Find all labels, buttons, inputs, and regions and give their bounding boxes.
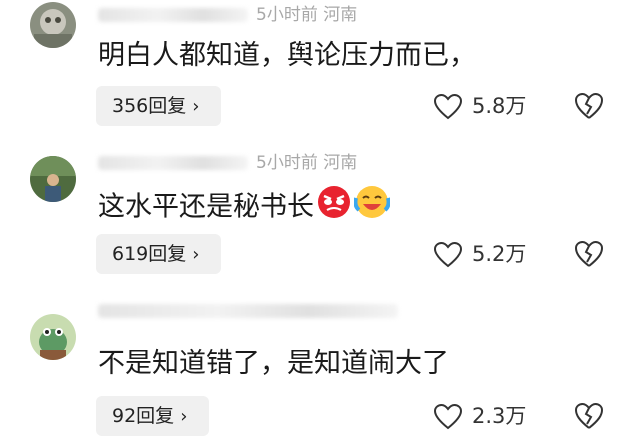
blurred-username: [98, 304, 398, 318]
reply-button[interactable]: 92回复 ›: [96, 396, 210, 436]
like-button[interactable]: 5.2万: [433, 234, 527, 274]
avatar[interactable]: [30, 2, 76, 48]
blurred-username: [98, 156, 248, 170]
chevron-right-icon: ›: [180, 406, 188, 427]
reply-count: 92回复: [112, 405, 175, 427]
comment-text: 不是知道错了，是知道闹大了: [98, 348, 449, 379]
like-count: 2.3万: [472, 404, 527, 428]
like-count: 5.2万: [472, 242, 527, 266]
avatar[interactable]: [30, 314, 76, 360]
comment-item: 不是知道错了，是知道闹大了 92回复 › 2.3万: [0, 296, 640, 444]
comment-meta: 5小时前 河南: [98, 148, 357, 178]
avatar[interactable]: [30, 156, 76, 202]
comment-item: 5小时前 河南 明白人都知道，舆论压力而已， 356回复 › 5.8万: [0, 0, 640, 148]
heart-icon: [433, 241, 463, 268]
comment-meta: 5小时前 河南: [98, 0, 357, 30]
like-count: 5.8万: [472, 94, 527, 118]
dislike-button[interactable]: [574, 402, 604, 432]
heart-icon: [433, 93, 463, 120]
broken-heart-icon: [574, 92, 604, 119]
comment-meta: [98, 296, 406, 326]
dislike-button[interactable]: [574, 240, 604, 270]
broken-heart-icon: [574, 402, 604, 429]
laughing-crying-emoji: [353, 184, 391, 232]
comment-text: 明白人都知道，舆论压力而已，: [98, 40, 476, 71]
reply-count: 356回复: [112, 95, 187, 117]
comment-text: 这水平还是秘书长: [98, 184, 391, 232]
dislike-button[interactable]: [574, 92, 604, 122]
angry-face-emoji: [316, 184, 352, 232]
chevron-right-icon: ›: [192, 96, 200, 117]
heart-icon: [433, 403, 463, 430]
reply-count: 619回复: [112, 243, 187, 265]
reply-button[interactable]: 619回复 ›: [96, 234, 222, 274]
comment-item: 5小时前 河南 这水平还是秘书长 619回复 › 5.2万: [0, 148, 640, 296]
like-button[interactable]: 2.3万: [433, 396, 527, 436]
chevron-right-icon: ›: [192, 244, 200, 265]
broken-heart-icon: [574, 240, 604, 267]
blurred-username: [98, 8, 248, 22]
reply-button[interactable]: 356回复 ›: [96, 86, 222, 126]
like-button[interactable]: 5.8万: [433, 86, 527, 126]
